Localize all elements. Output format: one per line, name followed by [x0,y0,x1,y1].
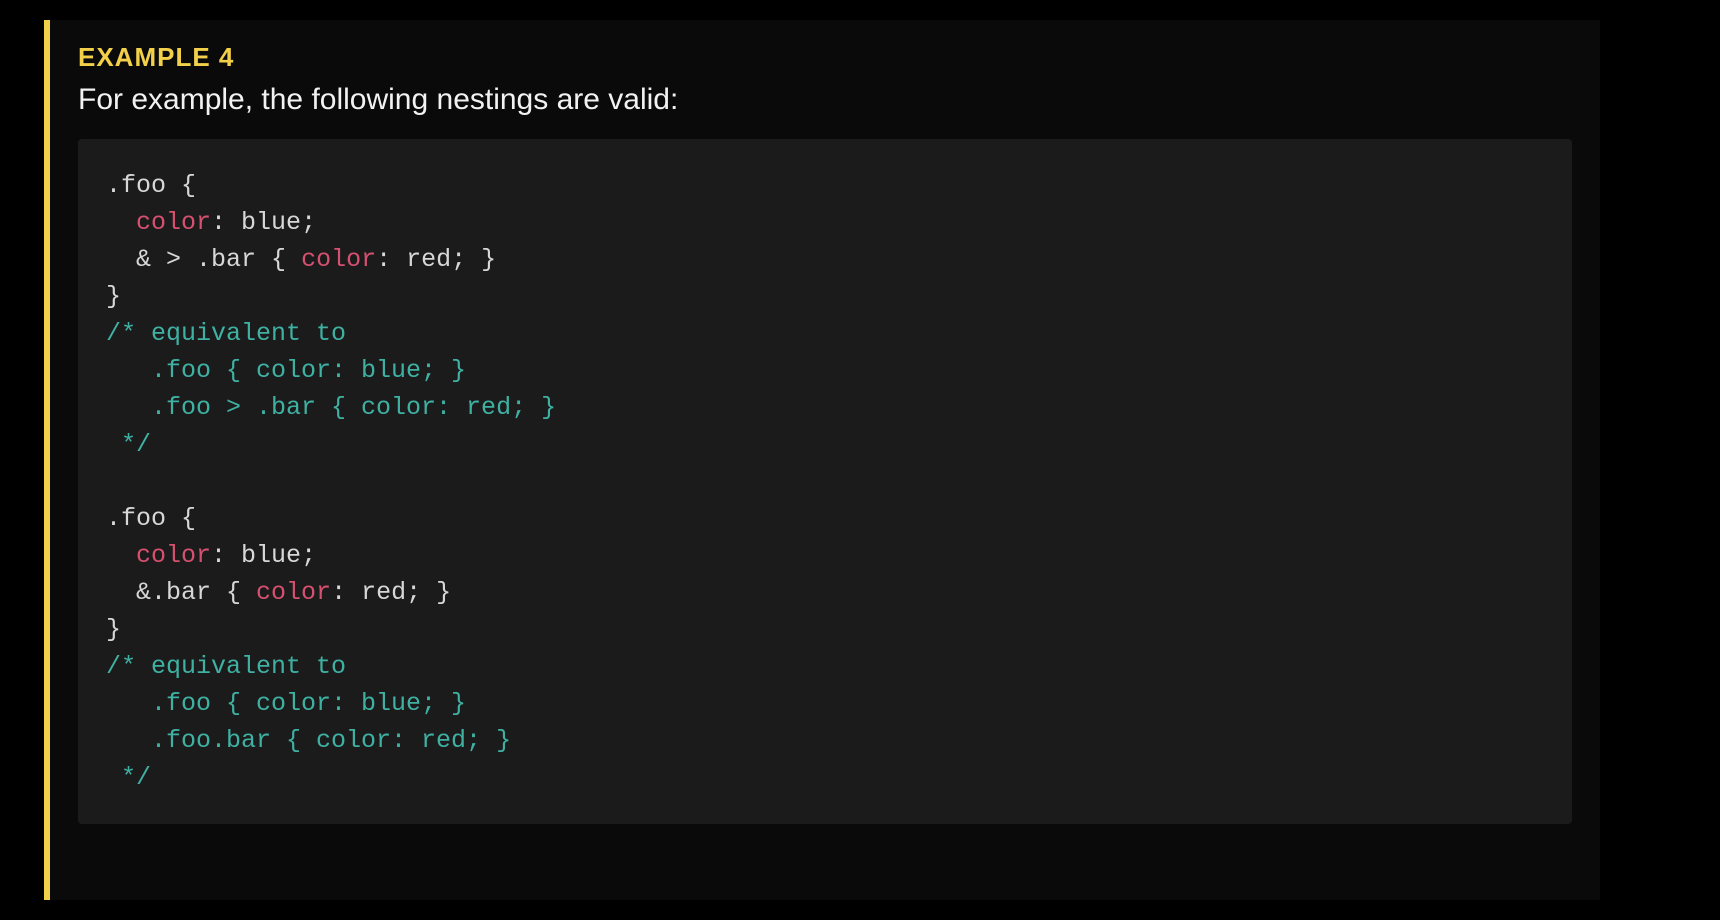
code-brace: { [271,245,301,274]
code-semicolon: ; [301,208,316,237]
code-comment: */ [106,763,151,792]
code-brace: { [181,171,196,200]
code-value: blue [241,541,301,570]
code-value: red [406,245,451,274]
code-colon: : [331,578,361,607]
code-comment: .foo > .bar { color: red; } [106,393,556,422]
code-brace: { [181,504,196,533]
code-comment: /* equivalent to [106,319,346,348]
code-colon: : [211,541,241,570]
code-property: color [301,245,376,274]
code-brace: } [106,282,121,311]
code-value: red [361,578,406,607]
code-property: color [256,578,331,607]
code-property: color [136,208,211,237]
code-indent [106,245,136,274]
code-value: blue [241,208,301,237]
code-colon: : [376,245,406,274]
code-selector: & > .bar [136,245,271,274]
code-indent [106,208,136,237]
code-colon: : [211,208,241,237]
code-selector: .foo [106,171,181,200]
code-selector: &.bar [136,578,226,607]
code-comment: */ [106,430,151,459]
code-indent [106,541,136,570]
example-description: For example, the following nestings are … [78,83,1572,117]
code-indent [106,578,136,607]
code-brace: ; } [451,245,496,274]
code-selector: .foo [106,504,181,533]
code-semicolon: ; [301,541,316,570]
code-comment: .foo { color: blue; } [106,356,466,385]
code-brace: { [226,578,256,607]
example-box: EXAMPLE 4 For example, the following nes… [44,20,1600,900]
code-comment: .foo { color: blue; } [106,689,466,718]
code-comment: .foo.bar { color: red; } [106,726,511,755]
example-label: EXAMPLE 4 [78,42,1572,73]
code-block: .foo { color: blue; & > .bar { color: re… [78,139,1572,824]
code-brace: } [106,615,121,644]
code-brace: ; } [406,578,451,607]
page-root: EXAMPLE 4 For example, the following nes… [0,0,1720,920]
code-property: color [136,541,211,570]
code-comment: /* equivalent to [106,652,346,681]
